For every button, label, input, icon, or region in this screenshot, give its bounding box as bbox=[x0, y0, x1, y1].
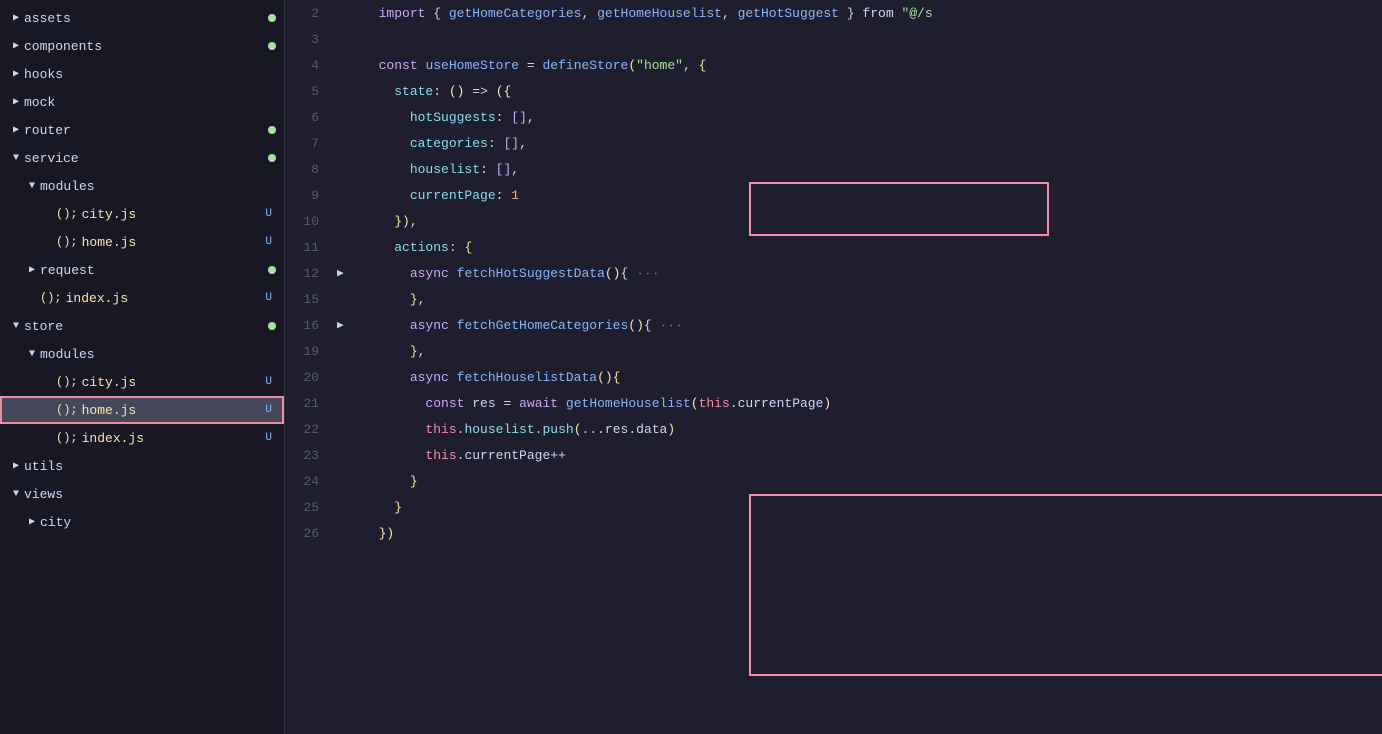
chevron-down-icon: ▼ bbox=[24, 181, 40, 192]
code-line-23: 23 this.currentPage++ bbox=[285, 442, 1382, 468]
file-icon: (); bbox=[56, 375, 78, 389]
sidebar-item-utils[interactable]: ▶ utils bbox=[0, 452, 284, 480]
sidebar-item-service-modules[interactable]: ▼ modules bbox=[0, 172, 284, 200]
code-line-8: 8 houselist: [], bbox=[285, 156, 1382, 182]
code-line-11: 11 actions: { bbox=[285, 234, 1382, 260]
code-content: 2 import { getHomeCategories, getHomeHou… bbox=[285, 0, 1382, 546]
sidebar-item-service[interactable]: ▼ service bbox=[0, 144, 284, 172]
code-line-3: 3 bbox=[285, 26, 1382, 52]
code-line-9: 9 currentPage: 1 bbox=[285, 182, 1382, 208]
badge-u: U bbox=[265, 376, 276, 388]
code-line-24: 24 } bbox=[285, 468, 1382, 494]
chevron-down-icon: ▼ bbox=[8, 153, 24, 164]
sidebar-item-views-city[interactable]: ▶ city bbox=[0, 508, 284, 536]
chevron-right-icon: ▶ bbox=[8, 96, 24, 108]
status-dot bbox=[268, 154, 276, 162]
badge-u: U bbox=[265, 432, 276, 444]
file-explorer[interactable]: ▶ assets ▶ components ▶ hooks ▶ mock ▶ r… bbox=[0, 0, 285, 734]
sidebar-item-assets[interactable]: ▶ assets bbox=[0, 4, 284, 32]
badge-u: U bbox=[265, 292, 276, 304]
code-line-6: 6 hotSuggests: [], bbox=[285, 104, 1382, 130]
status-dot bbox=[268, 322, 276, 330]
status-dot bbox=[268, 42, 276, 50]
code-line-4: 4 const useHomeStore = defineStore("home… bbox=[285, 52, 1382, 78]
file-icon: (); bbox=[56, 207, 78, 221]
chevron-down-icon: ▼ bbox=[8, 321, 24, 332]
code-line-26: 26 }) bbox=[285, 520, 1382, 546]
badge-u: U bbox=[265, 208, 276, 220]
sidebar-item-mock[interactable]: ▶ mock bbox=[0, 88, 284, 116]
sidebar-item-store[interactable]: ▼ store bbox=[0, 312, 284, 340]
code-line-21: 21 const res = await getHomeHouselist(th… bbox=[285, 390, 1382, 416]
code-line-15: 15 }, bbox=[285, 286, 1382, 312]
sidebar-item-store-city[interactable]: (); city.js U bbox=[0, 368, 284, 396]
file-icon: (); bbox=[56, 235, 78, 249]
chevron-down-icon: ▼ bbox=[24, 349, 40, 360]
badge-u: U bbox=[265, 236, 276, 248]
chevron-down-icon: ▼ bbox=[8, 489, 24, 500]
file-icon: (); bbox=[40, 291, 62, 305]
sidebar-item-router[interactable]: ▶ router bbox=[0, 116, 284, 144]
sidebar-item-components[interactable]: ▶ components bbox=[0, 32, 284, 60]
file-icon: (); bbox=[56, 403, 78, 417]
status-dot bbox=[268, 266, 276, 274]
sidebar-item-store-modules[interactable]: ▼ modules bbox=[0, 340, 284, 368]
sidebar-item-service-request[interactable]: ▶ request bbox=[0, 256, 284, 284]
sidebar-item-service-index[interactable]: (); index.js U bbox=[0, 284, 284, 312]
code-line-5: 5 state: () => ({ bbox=[285, 78, 1382, 104]
sidebar-item-service-home[interactable]: (); home.js U bbox=[0, 228, 284, 256]
code-line-2: 2 import { getHomeCategories, getHomeHou… bbox=[285, 0, 1382, 26]
chevron-right-icon: ▶ bbox=[8, 12, 24, 24]
chevron-right-icon: ▶ bbox=[8, 40, 24, 52]
chevron-right-icon: ▶ bbox=[8, 124, 24, 136]
status-dot bbox=[268, 14, 276, 22]
status-dot bbox=[268, 126, 276, 134]
code-line-19: 19 }, bbox=[285, 338, 1382, 364]
code-line-16: 16 ▶ async fetchGetHomeCategories(){ ··· bbox=[285, 312, 1382, 338]
sidebar-item-hooks[interactable]: ▶ hooks bbox=[0, 60, 284, 88]
code-line-20: 20 async fetchHouselistData(){ bbox=[285, 364, 1382, 390]
code-editor[interactable]: 2 import { getHomeCategories, getHomeHou… bbox=[285, 0, 1382, 734]
sidebar-item-service-city[interactable]: (); city.js U bbox=[0, 200, 284, 228]
code-line-22: 22 this.houselist.push(...res.data) bbox=[285, 416, 1382, 442]
badge-u: U bbox=[265, 404, 276, 416]
file-icon: (); bbox=[56, 431, 78, 445]
chevron-right-icon: ▶ bbox=[24, 264, 40, 276]
sidebar-item-views[interactable]: ▼ views bbox=[0, 480, 284, 508]
code-line-7: 7 categories: [], bbox=[285, 130, 1382, 156]
sidebar-item-store-home[interactable]: (); home.js U bbox=[0, 396, 284, 424]
chevron-right-icon: ▶ bbox=[8, 68, 24, 80]
code-line-12: 12 ▶ async fetchHotSuggestData(){ ··· bbox=[285, 260, 1382, 286]
sidebar-item-store-index[interactable]: (); index.js U bbox=[0, 424, 284, 452]
code-line-10: 10 }), bbox=[285, 208, 1382, 234]
chevron-right-icon: ▶ bbox=[24, 516, 40, 528]
code-line-25: 25 } bbox=[285, 494, 1382, 520]
chevron-right-icon: ▶ bbox=[8, 460, 24, 472]
